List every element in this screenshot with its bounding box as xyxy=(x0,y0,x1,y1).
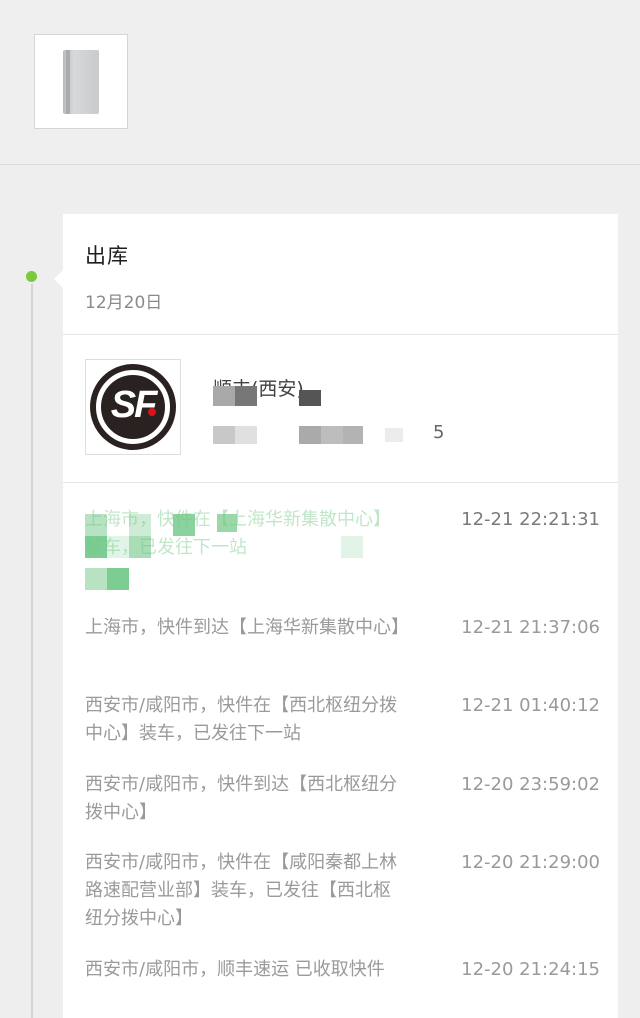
event-text: 西安市/咸阳市，快件到达【西北枢纽分拨中心】 xyxy=(85,774,398,823)
event-text: 西安市/咸阳市，快件在【西北枢纽分拨中心】装车，已发往下一站 xyxy=(85,695,398,744)
courier-logo: SF xyxy=(85,359,181,455)
redaction-block xyxy=(321,426,343,444)
product-thumbnail[interactable] xyxy=(34,34,128,129)
order-header xyxy=(0,0,640,165)
event-text: 上海市，快件到达【上海华新集散中心】 xyxy=(85,617,409,638)
redaction-block xyxy=(213,386,235,406)
event-time: 12-20 21:29:00 xyxy=(461,852,600,873)
redaction-block xyxy=(235,426,257,444)
event-time: 12-21 21:37:06 xyxy=(461,617,600,638)
timeline-line xyxy=(31,276,33,1018)
event-time: 12-21 01:40:12 xyxy=(461,695,600,716)
status-date: 12月20日 xyxy=(85,293,163,313)
redaction-block xyxy=(299,426,321,444)
divider xyxy=(63,334,618,335)
timeline-current-dot xyxy=(24,269,39,284)
redaction-block xyxy=(213,426,235,444)
event-text: 西安市/咸阳市，顺丰速运 已收取快件 xyxy=(85,959,385,980)
redaction-block xyxy=(385,428,403,442)
event-time: 12-21 22:21:31 xyxy=(461,509,600,530)
redaction-block xyxy=(343,426,363,444)
redaction-block xyxy=(299,390,321,406)
tracking-card: 出库 12月20日 SF 顺丰(西安) 5 上海市，快件在【上海华新集散中心】装… xyxy=(54,214,618,1018)
status-title: 出库 xyxy=(85,244,129,268)
event-time: 12-20 23:59:02 xyxy=(461,774,600,795)
product-image xyxy=(63,50,99,114)
redaction-block xyxy=(235,386,257,406)
event-text: 西安市/咸阳市，快件在【咸阳秦都上林路速配营业部】装车，已发往【西北枢纽分拨中心… xyxy=(85,852,398,929)
card-pointer xyxy=(54,270,63,288)
divider xyxy=(63,482,618,483)
sf-express-logo-icon: SF xyxy=(90,364,176,450)
event-time: 12-20 21:24:15 xyxy=(461,959,600,980)
